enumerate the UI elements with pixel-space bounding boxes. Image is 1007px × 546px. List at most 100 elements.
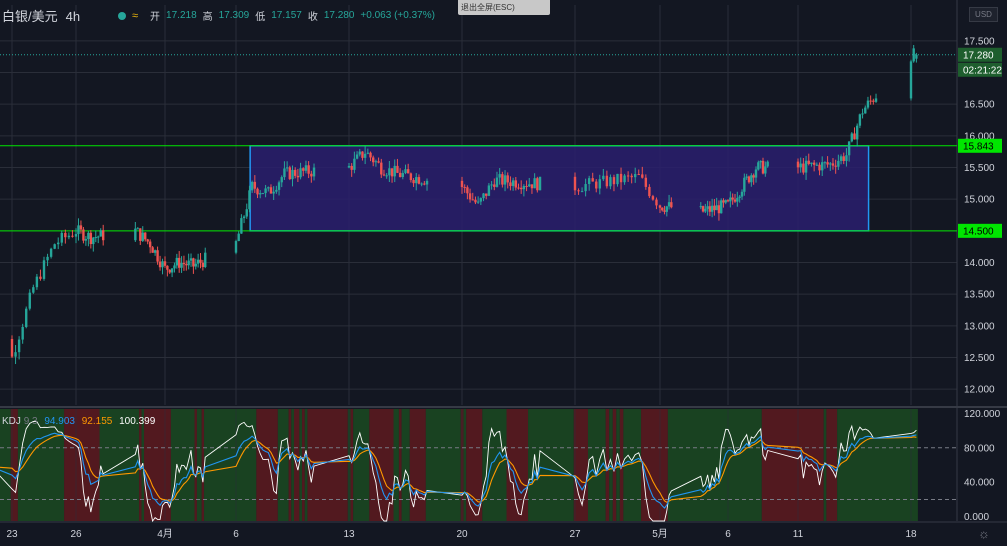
- candle-body: [503, 175, 507, 185]
- line-tag-upper: 15.843: [958, 138, 1002, 153]
- candle-body: [738, 196, 741, 198]
- candle-body: [815, 164, 819, 166]
- high-label: 高: [202, 12, 213, 23]
- candle-body: [726, 200, 730, 202]
- kdj-zone: [587, 409, 606, 521]
- candle-body: [293, 169, 297, 176]
- price-tick-label: 13.500: [964, 290, 995, 301]
- candle-body: [141, 232, 144, 241]
- candle-body: [377, 161, 380, 163]
- candle-body: [609, 177, 612, 187]
- candle-body: [180, 263, 183, 268]
- kdj-zone: [256, 409, 278, 521]
- candle-body: [641, 174, 644, 178]
- price-tick-label: 12.000: [964, 385, 995, 396]
- candle-body: [187, 260, 190, 266]
- candle-body: [826, 162, 829, 165]
- kdj-legend[interactable]: KDJ 9 3 94.903 92.155 100.399: [2, 416, 155, 427]
- candle-body: [651, 196, 655, 200]
- time-tick-label: 13: [343, 529, 355, 540]
- candle-body: [245, 209, 248, 217]
- candle-body: [192, 258, 195, 267]
- market-open-icon: [118, 11, 126, 20]
- candle-body: [909, 61, 913, 99]
- price-tick-label: 15.000: [964, 195, 995, 206]
- line-tag-upper-text: 15.843: [963, 141, 994, 152]
- kdj-zone: [302, 409, 305, 521]
- candle-body: [21, 326, 24, 340]
- kdj-zone: [463, 409, 467, 521]
- gear-icon[interactable]: ☼: [976, 526, 992, 542]
- candle-body: [708, 206, 712, 212]
- candle-body: [706, 206, 709, 209]
- candle-body: [291, 169, 294, 180]
- candle-body: [701, 206, 705, 212]
- candle-body: [178, 257, 181, 268]
- candle-body: [272, 191, 275, 194]
- candle-body: [713, 205, 716, 211]
- candle-body: [855, 125, 859, 140]
- candle-body: [170, 268, 174, 273]
- candle-body: [388, 168, 391, 176]
- candle-body: [872, 100, 875, 102]
- candle-body: [845, 155, 848, 161]
- candle-body: [837, 160, 840, 167]
- candle-body: [25, 308, 28, 327]
- candle-body: [509, 182, 512, 187]
- candle-body: [382, 174, 386, 176]
- candle-body: [355, 154, 359, 159]
- candle-body: [97, 236, 100, 238]
- candle-body: [94, 237, 97, 239]
- candle-body: [423, 183, 426, 185]
- kdj-k-value: 94.903: [44, 416, 75, 427]
- candle-body: [358, 151, 361, 155]
- candle-body: [595, 181, 598, 189]
- countdown-tag: 02:21:22: [958, 62, 1002, 77]
- time-tick-label: 20: [456, 529, 468, 540]
- candle-body: [146, 239, 149, 242]
- candle-body: [269, 187, 273, 194]
- candle-body: [799, 163, 802, 168]
- time-tick-label: 5月: [652, 528, 668, 540]
- kdj-zone: [353, 409, 370, 521]
- candle-body: [136, 228, 140, 230]
- candle-body: [39, 276, 42, 279]
- chart-canvas[interactable]: 12.000 12.500 13.000 13.500 14.000 14.500 15.0…: [0, 0, 1007, 546]
- exit-fullscreen-button[interactable]: 退出全屏(ESC): [458, 0, 550, 15]
- candle-body: [605, 175, 609, 187]
- candle-body: [807, 160, 810, 164]
- candle-body: [616, 173, 619, 185]
- candle-body: [280, 177, 283, 183]
- candle-body: [253, 181, 257, 189]
- candle-body: [175, 257, 179, 266]
- candle-body: [864, 107, 867, 114]
- candle-body: [363, 153, 367, 158]
- candle-body: [182, 263, 186, 265]
- candle-body: [626, 175, 630, 177]
- candle-body: [275, 189, 278, 192]
- kdj-zone: [401, 409, 410, 521]
- candle-body: [67, 235, 71, 238]
- candle-body: [409, 173, 413, 181]
- candle-body: [501, 174, 504, 185]
- kdj-zone: [528, 409, 574, 521]
- kdj-zone: [398, 409, 402, 521]
- candle-body: [84, 239, 88, 241]
- candle-body: [740, 191, 744, 197]
- candle-body: [101, 230, 105, 241]
- high-value: 17.309: [218, 10, 250, 21]
- candle-body: [353, 158, 356, 170]
- candle-body: [842, 156, 845, 161]
- candle-body: [667, 202, 671, 207]
- candle-body: [584, 184, 587, 192]
- currency-button[interactable]: USD: [969, 7, 998, 22]
- candle-body: [731, 197, 734, 200]
- candle-body: [14, 352, 17, 357]
- candle-body: [312, 167, 316, 177]
- timeframe[interactable]: 4h: [66, 9, 80, 24]
- candle-body: [661, 207, 664, 211]
- candle-body: [750, 175, 753, 183]
- candle-body: [915, 54, 918, 59]
- symbol-name[interactable]: 白银/美元: [2, 9, 58, 24]
- candle-body: [861, 113, 864, 115]
